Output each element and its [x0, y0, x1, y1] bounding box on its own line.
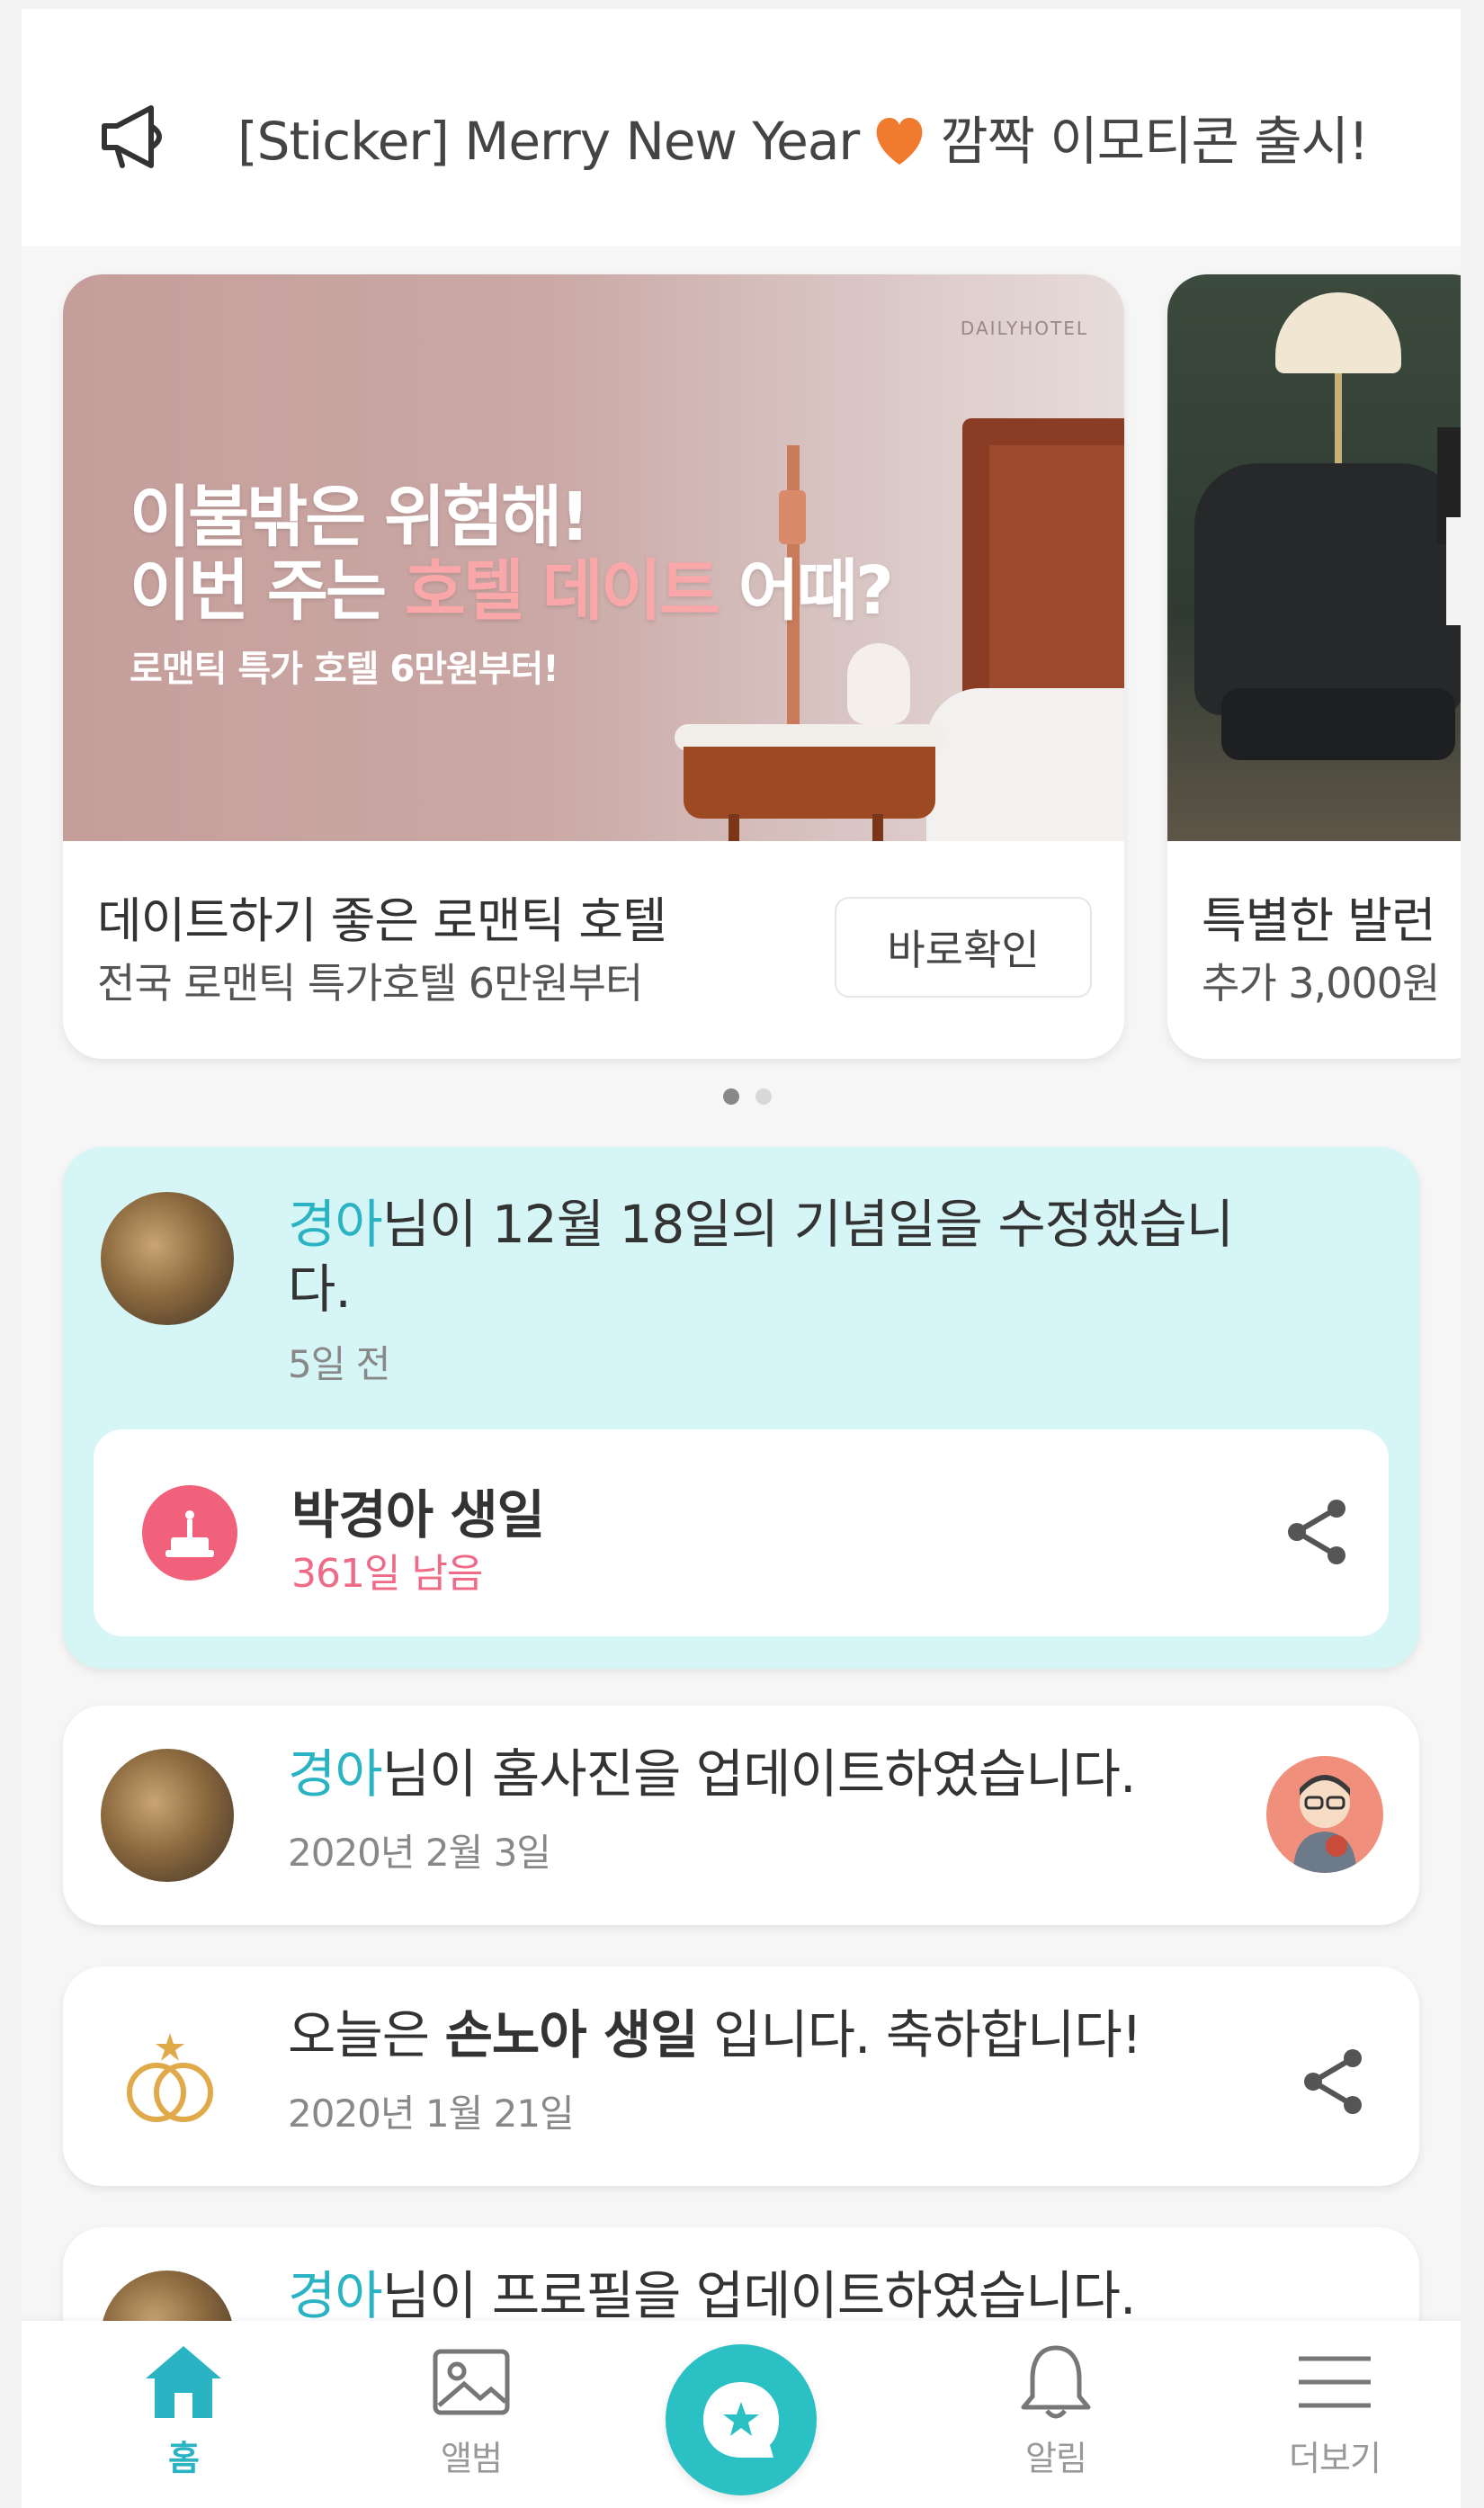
compose-button[interactable]: [666, 2344, 817, 2495]
nav-album-label: 앨범: [441, 2439, 503, 2478]
user-name[interactable]: 경아: [288, 1743, 383, 1805]
menu-icon: [1299, 2356, 1371, 2408]
nav-album[interactable]: 앨범: [381, 2339, 561, 2508]
feed-time: 2020년 2월 3일: [288, 1831, 551, 1875]
banner-body-next: 특별한 발런 추가 3,000원: [1167, 841, 1461, 1059]
nav-alarm-label: 알림: [1025, 2439, 1087, 2478]
nav-alarm[interactable]: 알림: [966, 2339, 1146, 2508]
star-chat-icon: [703, 2382, 779, 2458]
bell-icon: [1021, 2345, 1091, 2419]
avatar[interactable]: [101, 1192, 234, 1325]
headline-2-highlight: 호텔 데이트: [404, 552, 720, 630]
feed-time: 2020년 1월 21일: [288, 2091, 575, 2136]
feed-text-line1: 님이 12월 18일의 기념일을 수정했습니: [381, 1194, 1234, 1255]
home-icon: [146, 2346, 221, 2418]
banner-subtitle-next: 추가 3,000원: [1202, 959, 1440, 1008]
nav-home-label: 홈: [168, 2439, 200, 2478]
banner-card[interactable]: DAILYHOTEL 이불밖은 위험해! 이번 주는 호텔 데이트 어때? 로맨…: [63, 274, 1124, 1059]
banner-body: 데이트하기 좋은 로맨틱 호텔 전국 로맨틱 특가호텔 6만원부터 바로확인: [63, 841, 1124, 1059]
album-icon: [433, 2349, 510, 2415]
banner-image: DAILYHOTEL 이불밖은 위험해! 이번 주는 호텔 데이트 어때? 로맨…: [63, 274, 1124, 841]
avatar[interactable]: [101, 1749, 234, 1882]
headline-2-before: 이번 주는: [130, 552, 405, 630]
megaphone-icon: [102, 105, 162, 168]
nav-home[interactable]: 홈: [94, 2339, 273, 2508]
feed-text-body: 님이 프로필을 업데이트하였습니다.: [381, 2265, 1137, 2326]
carousel-dot-active: [723, 1088, 739, 1105]
notice-text-before: [Sticker] Merry New Year: [237, 111, 860, 172]
banner-title-next: 특별한 발런: [1202, 892, 1436, 949]
carousel-indicator: [723, 1088, 772, 1105]
user-name[interactable]: 경아: [288, 2265, 383, 2326]
banner-image-next: [1167, 274, 1461, 841]
nav-more[interactable]: 더보기: [1245, 2339, 1425, 2508]
feed-text-bold: 손노아 생일: [444, 2004, 699, 2065]
feed-text-after: 입니다. 축하합니다!: [697, 2004, 1142, 2065]
banner-headline-2: 이번 주는 호텔 데이트 어때?: [130, 537, 894, 633]
banner-card-next[interactable]: 특별한 발런 추가 3,000원: [1167, 274, 1461, 1059]
carousel-dot: [755, 1088, 772, 1105]
banner-headline-sub: 로맨틱 특가 호텔 6만원부터!: [130, 649, 559, 690]
feed-card-home-photo[interactable]: 경아님이 홈사진을 업데이트하였습니다. 2020년 2월 3일: [63, 1706, 1419, 1925]
rings-icon: [127, 2033, 213, 2122]
feed-text-body: 님이 홈사진을 업데이트하였습니다.: [381, 1743, 1137, 1805]
feed-text: 오늘은 손노아 생일 입니다. 축하합니다!: [288, 2002, 1142, 2067]
nav-more-label: 더보기: [1289, 2439, 1381, 2478]
notice-text: [Sticker] Merry New Year 깜짝 이모티콘 출시!: [237, 99, 1369, 175]
banner-brand: DAILYHOTEL: [960, 318, 1088, 339]
feed-text: 경아님이 홈사진을 업데이트하였습니다.: [288, 1742, 1137, 1806]
notice-text-after: 깜짝 이모티콘 출시!: [940, 111, 1369, 172]
notice-bar[interactable]: [Sticker] Merry New Year 깜짝 이모티콘 출시!: [22, 9, 1461, 246]
banner-subtitle: 전국 로맨틱 특가호텔 6만원부터: [97, 959, 643, 1008]
user-name[interactable]: 경아: [288, 1194, 383, 1255]
headline-2-after: 어때?: [718, 552, 894, 630]
share-icon[interactable]: [1297, 2046, 1369, 2118]
feed-text: 경아님이 프로필을 업데이트하였습니다.: [288, 2263, 1137, 2328]
home-photo-thumbnail[interactable]: [1266, 1756, 1383, 1873]
heart-icon: [876, 118, 923, 165]
feed-text: 경아님이 12월 18일의 기념일을 수정했습니 다.: [288, 1192, 1234, 1321]
event-title: 박경아 생일: [291, 1484, 545, 1545]
feed-card-anniversary[interactable]: 경아님이 12월 18일의 기념일을 수정했습니 다. 5일 전 박경아 생일 …: [63, 1147, 1419, 1669]
check-now-button[interactable]: 바로확인: [835, 897, 1092, 998]
feed-time: 5일 전: [288, 1342, 390, 1386]
share-icon[interactable]: [1281, 1496, 1353, 1568]
event-card[interactable]: 박경아 생일 361일 남음: [94, 1429, 1389, 1636]
feed-text-line2: 다.: [288, 1258, 352, 1320]
app-screen: [Sticker] Merry New Year 깜짝 이모티콘 출시! DAIL…: [22, 9, 1461, 2508]
event-remaining: 361일 남음: [291, 1551, 483, 1597]
feed-text-before: 오늘은: [288, 2004, 445, 2065]
feed-card-birthday[interactable]: 오늘은 손노아 생일 입니다. 축하합니다! 2020년 1월 21일: [63, 1966, 1419, 2186]
banner-title: 데이트하기 좋은 로맨틱 호텔: [97, 892, 667, 949]
cake-icon: [142, 1485, 237, 1581]
